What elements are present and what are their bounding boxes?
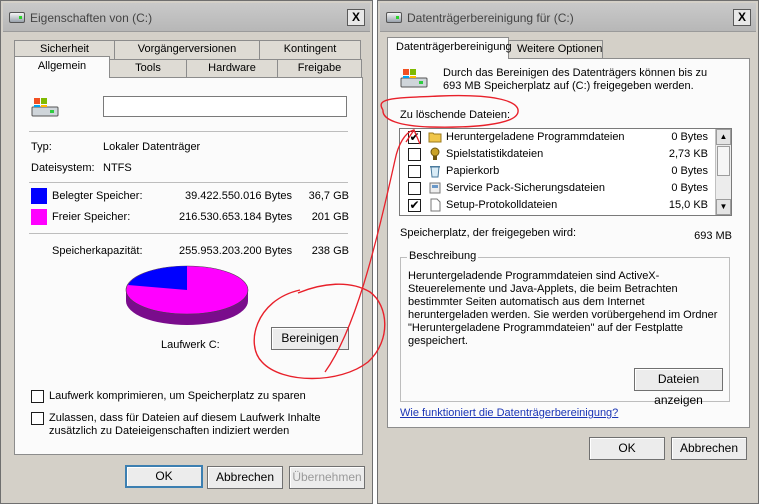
list-item[interactable]: Papierkorb 0 Bytes [400, 163, 714, 180]
file-size: 0 Bytes [671, 182, 708, 194]
description-group: Beschreibung Heruntergeladende Programmd… [400, 250, 730, 407]
divider [29, 233, 348, 234]
game-icon [430, 147, 440, 160]
document-icon [430, 198, 441, 212]
cancel-button[interactable]: Abbrechen [207, 466, 283, 489]
window-title: Eigenschaften von (C:) [30, 11, 153, 25]
title-bar[interactable]: Datenträgerbereinigung für (C:) X [380, 3, 756, 32]
scroll-thumb[interactable] [717, 146, 730, 176]
files-list[interactable]: ✔ Heruntergeladene Programmdateien 0 Byt… [399, 128, 732, 216]
cleanup-button[interactable]: Bereinigen [271, 327, 349, 350]
list-item[interactable]: Service Pack-Sicherungsdateien 0 Bytes [400, 180, 714, 197]
compress-checkbox[interactable] [31, 390, 44, 403]
drive-label: Laufwerk C: [161, 339, 220, 351]
free-label: Freier Speicher: [52, 211, 131, 223]
list-scrollbar[interactable]: ▲ ▼ [715, 129, 731, 215]
divider [29, 182, 348, 183]
delete-files-label: Zu löschende Dateien: [400, 109, 511, 121]
file-name: Service Pack-Sicherungsdateien [446, 182, 605, 194]
general-panel: Typ: Lokaler Datenträger Dateisystem: NT… [14, 77, 363, 455]
help-link[interactable]: Wie funktioniert die Datenträgerbereinig… [400, 407, 618, 419]
description-caption: Beschreibung [407, 250, 479, 262]
freed-space-label: Speicherplatz, der freigegeben wird: [400, 227, 577, 239]
file-size: 15,0 KB [668, 199, 708, 211]
usage-pie-chart [125, 265, 249, 325]
capacity-gb: 238 GB [311, 245, 349, 257]
used-bytes: 39.422.550.016 Bytes [185, 190, 293, 202]
window-title: Datenträgerbereinigung für (C:) [407, 11, 574, 25]
compress-label: Laufwerk komprimieren, um Speicherplatz … [49, 390, 306, 402]
disk-cleanup-window: Datenträgerbereinigung für (C:) X Datent… [377, 0, 759, 504]
file-size: 0 Bytes [671, 165, 708, 177]
folder-icon [428, 132, 442, 143]
cancel-button[interactable]: Abbrechen [671, 437, 747, 460]
intro-text: Durch das Bereinigen des Datenträgers kö… [443, 67, 708, 92]
file-size: 2,73 KB [668, 148, 708, 160]
scroll-down-arrow-icon[interactable]: ▼ [716, 199, 731, 215]
description-text: Heruntergeladende Programmdateien sind A… [408, 270, 718, 347]
title-bar[interactable]: Eigenschaften von (C:) X [3, 3, 370, 32]
freed-space-value: 693 MB [694, 230, 732, 242]
free-gb: 201 GB [311, 211, 349, 223]
recycle-bin-icon [430, 166, 440, 178]
type-label: Typ: [31, 141, 52, 153]
tab-weitere-optionen[interactable]: Weitere Optionen [508, 40, 603, 59]
drive-properties-window: Eigenschaften von (C:) X Sicherheit Vorg… [0, 0, 373, 504]
scroll-up-arrow-icon[interactable]: ▲ [716, 129, 731, 145]
hard-drive-icon [400, 69, 428, 88]
free-bytes: 216.530.653.184 Bytes [179, 211, 293, 223]
used-gb: 36,7 GB [308, 190, 349, 202]
tab-row: Datenträgerbereinigung Weitere Optionen [387, 37, 603, 59]
apply-button[interactable]: Übernehmen [289, 466, 365, 489]
divider [29, 131, 348, 132]
filesystem-label: Dateisystem: [31, 162, 95, 174]
tab-hardware[interactable]: Hardware [186, 59, 278, 78]
file-checkbox[interactable] [408, 148, 421, 161]
list-item[interactable]: Spielstatistikdateien 2,73 KB [400, 146, 714, 163]
file-size: 0 Bytes [671, 131, 708, 143]
capacity-label: Speicherkapazität: [52, 245, 143, 257]
used-label: Belegter Speicher: [52, 190, 143, 202]
backup-icon [429, 182, 441, 194]
free-color-swatch [31, 209, 47, 225]
filesystem-value: NTFS [103, 162, 132, 174]
close-button[interactable]: X [347, 9, 365, 26]
used-color-swatch [31, 188, 47, 204]
drive-name-input[interactable] [103, 96, 347, 117]
list-item[interactable]: ✔ Heruntergeladene Programmdateien 0 Byt… [400, 129, 714, 146]
tab-freigabe[interactable]: Freigabe [277, 59, 362, 78]
file-checkbox[interactable] [408, 182, 421, 195]
capacity-bytes: 255.953.203.200 Bytes [179, 245, 293, 257]
file-name: Setup-Protokolldateien [446, 199, 558, 211]
tab-tools[interactable]: Tools [109, 59, 187, 78]
type-value: Lokaler Datenträger [103, 141, 201, 153]
file-checkbox[interactable]: ✔ [408, 199, 421, 212]
index-label: Zulassen, dass für Dateien auf diesem La… [49, 412, 321, 437]
hard-drive-icon [31, 98, 59, 117]
list-item[interactable]: ✔ Setup-Protokolldateien 15,0 KB [400, 197, 714, 214]
close-button[interactable]: X [733, 9, 751, 26]
tab-row-front: Allgemein Tools Hardware Freigabe [14, 56, 362, 78]
file-name: Heruntergeladene Programmdateien [446, 131, 625, 143]
cleanup-icon [386, 12, 402, 23]
file-name: Spielstatistikdateien [446, 148, 544, 160]
file-checkbox[interactable]: ✔ [408, 131, 421, 144]
ok-button[interactable]: OK [125, 465, 203, 488]
ok-button[interactable]: OK [589, 437, 665, 460]
tab-allgemein[interactable]: Allgemein [14, 56, 110, 78]
show-files-button[interactable]: Dateien anzeigen [634, 368, 723, 407]
cleanup-panel: Durch das Bereinigen des Datenträgers kö… [387, 58, 750, 428]
tab-datentraegerbereinigung[interactable]: Datenträgerbereinigung [387, 37, 512, 59]
file-name: Papierkorb [446, 165, 500, 177]
file-checkbox[interactable] [408, 165, 421, 178]
index-checkbox[interactable] [31, 412, 44, 425]
drive-icon [9, 12, 25, 23]
